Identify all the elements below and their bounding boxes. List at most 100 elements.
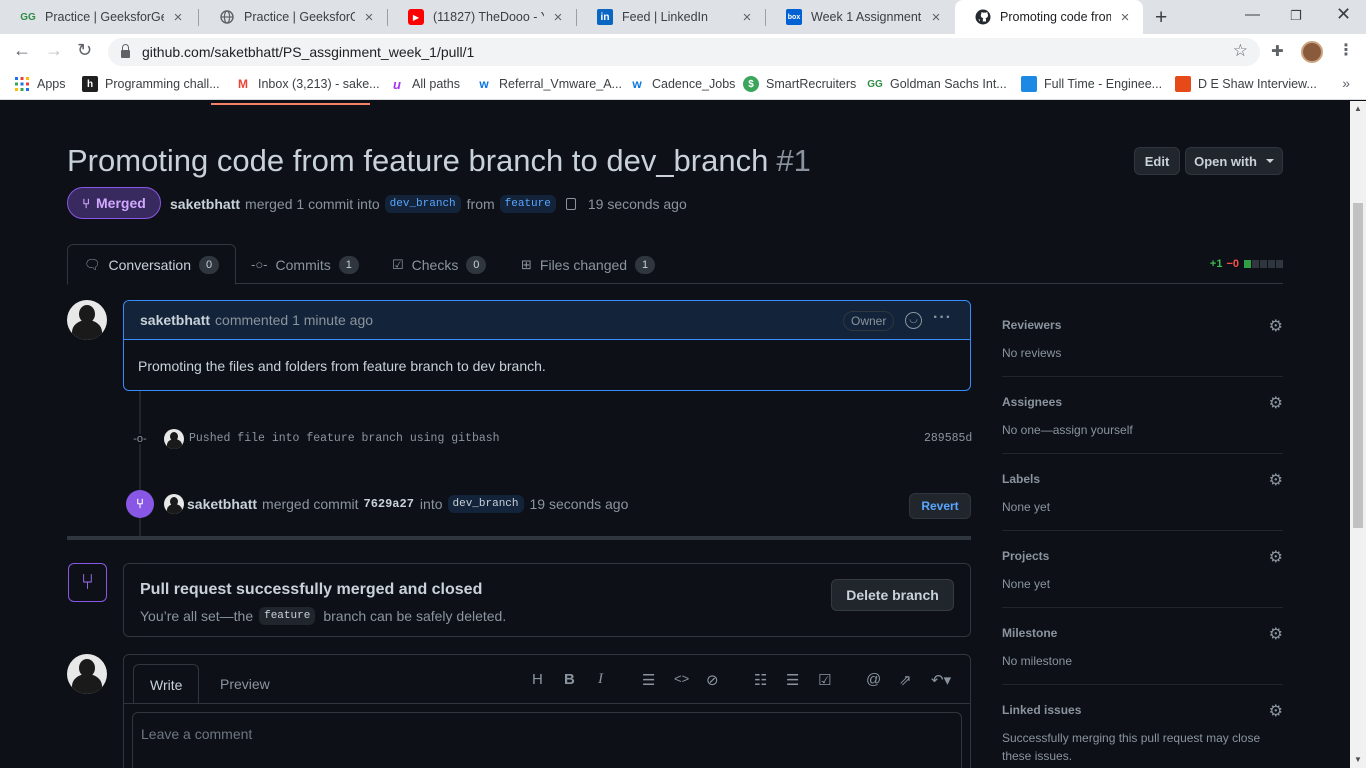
url-text: github.com/saketbhatt/PS_assginment_week… bbox=[142, 44, 475, 60]
bold-icon[interactable]: B bbox=[564, 671, 575, 688]
commit-message-link[interactable]: Pushed file into feature branch using gi… bbox=[189, 432, 500, 445]
open-with-button[interactable]: Open with bbox=[1185, 147, 1283, 175]
bookmark-de-shaw[interactable]: D E Shaw Interview... bbox=[1175, 76, 1317, 92]
mention-icon[interactable]: @ bbox=[866, 671, 881, 688]
bookmark-red-icon bbox=[1175, 76, 1191, 92]
bullet-list-icon[interactable]: ☷ bbox=[754, 671, 767, 689]
write-tab[interactable]: Write bbox=[133, 664, 200, 704]
task-list-icon[interactable]: ☑ bbox=[818, 671, 831, 689]
comment-author[interactable]: saketbhatt bbox=[140, 312, 210, 328]
comment-body: Promoting the files and folders from fea… bbox=[138, 358, 546, 374]
extensions-icon[interactable]: ✚ bbox=[1271, 42, 1284, 60]
heading-icon[interactable]: H bbox=[532, 671, 543, 688]
forward-icon[interactable]: → bbox=[45, 40, 63, 61]
editor-tab-divider bbox=[124, 703, 970, 704]
code-icon[interactable]: <> bbox=[674, 671, 689, 686]
scroll-up-icon[interactable]: ▲ bbox=[1354, 104, 1362, 113]
merge-action: merged commit bbox=[262, 496, 359, 512]
comment-textarea[interactable]: Leave a comment bbox=[132, 712, 962, 768]
bookmark-cadence-jobs[interactable]: w Cadence_Jobs bbox=[629, 76, 735, 92]
smiley-icon[interactable]: ◡ bbox=[905, 312, 922, 329]
gear-icon[interactable]: ⚙ bbox=[1269, 624, 1283, 644]
quote-icon[interactable]: ☰ bbox=[642, 671, 655, 689]
browser-tab-3[interactable]: ▶ (11827) TheDooo - YouTube × bbox=[388, 0, 576, 34]
preview-tab[interactable]: Preview bbox=[204, 664, 286, 704]
bookmark-gmail[interactable]: M Inbox (3,213) - sake... bbox=[235, 76, 380, 92]
gear-icon[interactable]: ⚙ bbox=[1269, 470, 1283, 490]
avatar[interactable] bbox=[164, 429, 184, 449]
scrollbar-thumb[interactable] bbox=[1353, 203, 1363, 528]
github-icon bbox=[975, 9, 991, 25]
additions-count: +1 bbox=[1209, 258, 1223, 270]
more-bookmarks-icon[interactable]: » bbox=[1342, 75, 1350, 91]
close-tab-icon[interactable]: × bbox=[739, 9, 755, 26]
gear-icon[interactable]: ⚙ bbox=[1269, 701, 1283, 721]
profile-avatar[interactable] bbox=[1301, 41, 1323, 63]
cross-reference-icon[interactable]: ⇗ bbox=[899, 671, 912, 689]
back-icon[interactable]: ← bbox=[13, 40, 31, 61]
close-tab-icon[interactable]: × bbox=[170, 9, 186, 26]
gear-icon[interactable]: ⚙ bbox=[1269, 547, 1283, 567]
bookmark-programming[interactable]: h Programming chall... bbox=[82, 76, 220, 92]
revert-button[interactable]: Revert bbox=[909, 493, 971, 519]
tab-conversation[interactable]: 🗨 Conversation 0 bbox=[67, 244, 237, 285]
minimize-icon[interactable]: — bbox=[1245, 6, 1260, 23]
pr-time: 19 seconds ago bbox=[587, 196, 687, 212]
kebab-menu-icon[interactable]: ··· bbox=[933, 309, 952, 327]
bookmark-all-paths[interactable]: u All paths bbox=[389, 76, 460, 92]
merge-commit-hash[interactable]: 7629a27 bbox=[364, 497, 414, 511]
file-diff-icon: ⊞ bbox=[521, 256, 532, 272]
window-close-icon[interactable]: ✕ bbox=[1336, 4, 1351, 25]
browser-tab-active[interactable]: Promoting code from feature × bbox=[955, 0, 1143, 34]
italic-icon[interactable]: I bbox=[598, 671, 603, 688]
browser-menu-icon[interactable]: ⋮ bbox=[1338, 40, 1354, 60]
head-branch-label[interactable]: feature bbox=[499, 195, 556, 213]
tab-commits[interactable]: -○- Commits 1 bbox=[251, 244, 359, 285]
gear-icon[interactable]: ⚙ bbox=[1269, 393, 1283, 413]
restore-icon[interactable]: ❐ bbox=[1290, 8, 1302, 24]
browser-tab-1[interactable]: GG Practice | GeeksforGeeks × bbox=[0, 0, 196, 34]
close-tab-icon[interactable]: × bbox=[361, 9, 377, 26]
close-tab-icon[interactable]: × bbox=[928, 9, 944, 26]
numbered-list-icon[interactable]: ☰ bbox=[786, 671, 799, 689]
bookmark-referral-vmware[interactable]: w Referral_Vmware_A... bbox=[476, 76, 622, 92]
meta-from: from bbox=[466, 196, 495, 212]
page-scrollbar[interactable]: ▲ ▼ bbox=[1350, 101, 1366, 768]
close-tab-icon[interactable]: × bbox=[550, 9, 566, 26]
reload-icon[interactable]: ↻ bbox=[77, 40, 92, 61]
sidebar-milestone: Milestone ⚙ No milestone bbox=[1002, 608, 1283, 685]
tab-files-changed[interactable]: ⊞ Files changed 1 bbox=[521, 244, 656, 285]
avatar[interactable] bbox=[67, 300, 107, 340]
browser-tab-2[interactable]: Practice | GeeksforGeeks × bbox=[199, 0, 387, 34]
url-input[interactable]: github.com/saketbhatt/PS_assginment_week… bbox=[108, 38, 1260, 66]
page-title: Promoting code from feature branch to de… bbox=[67, 143, 811, 179]
bookmark-full-time[interactable]: Full Time - Enginee... bbox=[1021, 76, 1162, 92]
bookmark-star-icon[interactable]: ☆ bbox=[1233, 41, 1248, 61]
copy-icon[interactable] bbox=[565, 198, 576, 210]
new-tab-icon[interactable]: + bbox=[1155, 6, 1167, 30]
edit-button[interactable]: Edit bbox=[1134, 147, 1180, 175]
bookmark-apps[interactable]: Apps bbox=[14, 76, 66, 92]
bookmark-label: Full Time - Enginee... bbox=[1044, 77, 1163, 91]
delete-branch-button[interactable]: Delete branch bbox=[831, 579, 954, 611]
merge-author[interactable]: saketbhatt bbox=[187, 496, 257, 512]
link-icon[interactable]: ⊘ bbox=[706, 671, 719, 689]
bookmark-smartrecruiters[interactable]: $ SmartRecruiters bbox=[743, 76, 856, 92]
close-tab-icon[interactable]: × bbox=[1117, 9, 1133, 26]
reply-icon[interactable]: ↶▾ bbox=[931, 671, 951, 689]
merge-branch-label[interactable]: dev_branch bbox=[447, 495, 524, 513]
gear-icon[interactable]: ⚙ bbox=[1269, 316, 1283, 336]
browser-tab-4[interactable]: in Feed | LinkedIn × bbox=[577, 0, 765, 34]
tab-checks[interactable]: ☑ Checks 0 bbox=[392, 244, 487, 285]
apps-grid-icon bbox=[14, 76, 30, 92]
sidebar-value[interactable]: No one—assign yourself bbox=[1002, 421, 1272, 439]
scroll-down-icon[interactable]: ▼ bbox=[1354, 755, 1362, 764]
base-branch-label[interactable]: dev_branch bbox=[384, 195, 461, 213]
diffstat: +1 −0 bbox=[1210, 258, 1283, 270]
browser-tab-5[interactable]: box Week 1 Assignment.pdf × bbox=[766, 0, 954, 34]
bookmark-goldman[interactable]: GG Goldman Sachs Int... bbox=[867, 76, 1007, 92]
author-link[interactable]: saketbhatt bbox=[170, 196, 240, 212]
avatar[interactable] bbox=[67, 654, 107, 694]
avatar[interactable] bbox=[164, 494, 184, 514]
commit-sha-link[interactable]: 289585d bbox=[924, 432, 972, 445]
